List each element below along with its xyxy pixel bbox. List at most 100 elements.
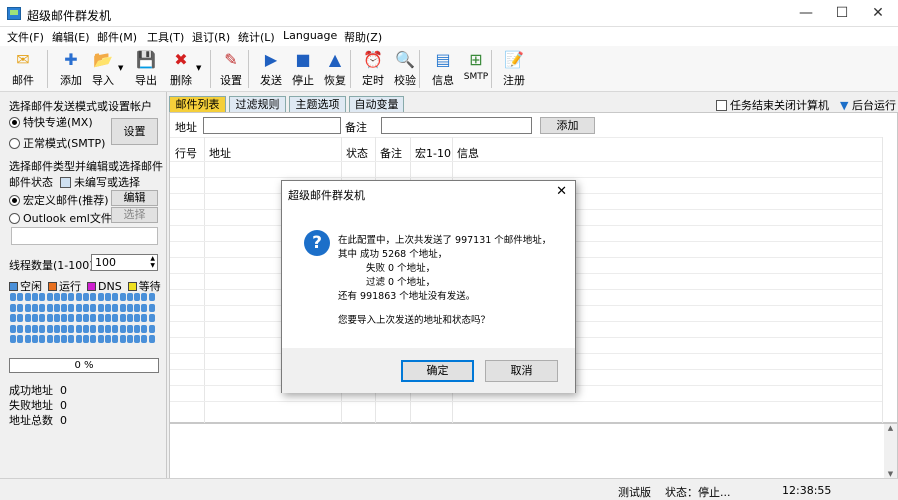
legend-item: 空闲 xyxy=(9,280,42,293)
tab-filter-rules[interactable]: 过滤规则 xyxy=(229,96,286,113)
note-input[interactable] xyxy=(381,117,532,134)
thread-cell xyxy=(104,293,111,301)
shutdown-checkbox[interactable]: 任务结束关闭计算机 xyxy=(716,97,829,113)
menu-tools[interactable]: 工具(T) xyxy=(147,29,184,45)
radio-icon xyxy=(9,213,20,224)
eml-path-field[interactable] xyxy=(11,227,158,245)
toolbar-button-3[interactable]: 💾 导出 xyxy=(129,50,163,90)
info-icon: ▤ xyxy=(435,50,451,69)
thread-cell xyxy=(31,314,38,322)
toolbar-button-label: 校验 xyxy=(394,74,416,87)
log-scrollbar[interactable]: ▲ ▼ xyxy=(884,424,897,478)
thread-cell xyxy=(134,314,141,322)
thread-cell xyxy=(75,324,82,333)
toolbar-button-label: 定时 xyxy=(362,74,384,87)
toolbar-button-13[interactable]: 📝 注册 xyxy=(497,50,531,90)
toolbar-button-6[interactable]: ▶ 发送 xyxy=(254,50,288,90)
select-button[interactable]: 选择 xyxy=(111,207,158,223)
legend-item: 等待 xyxy=(127,280,161,293)
toolbar-separator xyxy=(47,50,48,88)
setup-button[interactable]: 设置 xyxy=(111,118,158,145)
toolbar-button-0[interactable]: ✉ 邮件 xyxy=(6,50,40,90)
menu-mail[interactable]: 邮件(M) xyxy=(97,29,137,45)
mode-mx-radio[interactable]: 特快专递(MX) xyxy=(9,114,93,130)
dialog-message-line: 失败 0 个地址， xyxy=(366,263,436,274)
thread-cell xyxy=(61,335,68,343)
column-header-macro[interactable]: 宏1-10 xyxy=(415,145,451,161)
smtp-button[interactable]: ⊞ SMTP xyxy=(459,50,493,90)
address-input[interactable] xyxy=(203,117,341,134)
toolbar-button-8[interactable]: ▲ 恢复 xyxy=(318,50,352,90)
thread-cell xyxy=(104,314,111,322)
mode-smtp-radio[interactable]: 正常模式(SMTP) xyxy=(9,135,105,151)
add-button[interactable]: 添加 xyxy=(540,117,595,134)
thread-cell xyxy=(61,324,68,333)
dialog-message-line: 在此配置中，上次共发送了 997131 个邮件地址， xyxy=(338,235,552,246)
thread-cell xyxy=(46,293,53,301)
minimize-button[interactable]: — xyxy=(788,0,824,27)
thread-status-legend: 空闲 运行 DNS 等待 xyxy=(9,278,167,294)
column-divider xyxy=(204,137,205,423)
menu-unsubscribe[interactable]: 退订(R) xyxy=(192,29,230,45)
tab-mail-list[interactable]: 邮件列表 xyxy=(169,96,226,113)
fail-count: 失败地址 0 xyxy=(9,399,67,412)
thread-cell xyxy=(112,324,119,333)
thread-cell xyxy=(141,293,148,301)
spinner-arrows-icon[interactable]: ▲ ▼ xyxy=(150,255,155,269)
toolbar-button-9[interactable]: ⏰ 定时 xyxy=(356,50,390,90)
clock-text: 12:38:55 xyxy=(782,484,832,497)
thread-cell xyxy=(112,314,119,322)
thread-cell xyxy=(90,293,97,301)
column-header-note[interactable]: 备注 xyxy=(380,145,402,161)
thread-cell xyxy=(83,303,89,312)
thread-cell xyxy=(141,314,148,322)
cancel-button[interactable]: 取消 xyxy=(485,360,558,382)
thread-cell xyxy=(119,293,126,301)
thread-grid xyxy=(10,293,156,345)
thread-cell xyxy=(148,303,155,312)
mail-type-title: 选择邮件类型并编辑或选择邮件 xyxy=(9,160,163,173)
outlook-eml-radio[interactable]: Outlook eml文件 xyxy=(9,210,112,226)
edition-label: 测试版 xyxy=(618,486,651,499)
thread-cell xyxy=(119,335,126,343)
column-header-address[interactable]: 地址 xyxy=(209,145,231,161)
toolbar-button-11[interactable]: ▤ 信息 xyxy=(426,50,460,90)
thread-cell xyxy=(148,335,155,343)
toolbar-button-7[interactable]: ■ 停止 xyxy=(286,50,320,90)
thread-cell xyxy=(83,293,89,301)
background-run-toggle[interactable]: ▼ 后台运行 xyxy=(840,97,896,113)
toolbar-button-10[interactable]: 🔍 校验 xyxy=(388,50,422,90)
toolbar-button-label: 添加 xyxy=(60,74,82,87)
maximize-button[interactable]: ☐ xyxy=(824,0,860,27)
thread-cell xyxy=(53,303,60,312)
thread-cell xyxy=(46,314,53,322)
thread-cell xyxy=(90,335,97,343)
toolbar-button-5[interactable]: ✎ 设置 xyxy=(214,50,248,90)
menu-edit[interactable]: 编辑(E) xyxy=(52,29,90,45)
threads-spinner[interactable]: 100 ▲ ▼ xyxy=(91,254,158,271)
menu-language[interactable]: Language xyxy=(283,29,337,42)
toolbar-button-4[interactable]: ✖ 删除 xyxy=(164,50,198,90)
thread-cell xyxy=(31,335,38,343)
thread-cell xyxy=(46,324,53,333)
ok-button[interactable]: 确定 xyxy=(401,360,474,382)
toolbar-button-1[interactable]: ✚ 添加 xyxy=(54,50,88,90)
close-button[interactable]: ✕ xyxy=(860,0,896,27)
total-count: 地址总数 0 xyxy=(9,414,67,427)
menu-statistics[interactable]: 统计(L) xyxy=(238,29,275,45)
menu-help[interactable]: 帮助(Z) xyxy=(344,29,382,45)
thread-cell xyxy=(90,324,97,333)
dialog-close-icon[interactable]: ✕ xyxy=(556,184,567,199)
register-icon: 📝 xyxy=(504,50,524,69)
thread-cell xyxy=(112,293,119,301)
column-header-status[interactable]: 状态 xyxy=(346,145,368,161)
column-header-row[interactable]: 行号 xyxy=(175,145,197,161)
thread-cell xyxy=(134,324,141,333)
macro-mail-radio[interactable]: 宏定义邮件(推荐) xyxy=(9,192,109,208)
menu-file[interactable]: 文件(F) xyxy=(7,29,44,45)
edit-button[interactable]: 编辑 xyxy=(111,190,158,206)
column-header-info[interactable]: 信息 xyxy=(457,145,479,161)
toolbar-button-2[interactable]: 📂 导入 xyxy=(86,50,120,90)
tab-subject-options[interactable]: 主题选项 xyxy=(289,96,346,113)
tab-auto-variables[interactable]: 自动变量 xyxy=(349,96,404,113)
